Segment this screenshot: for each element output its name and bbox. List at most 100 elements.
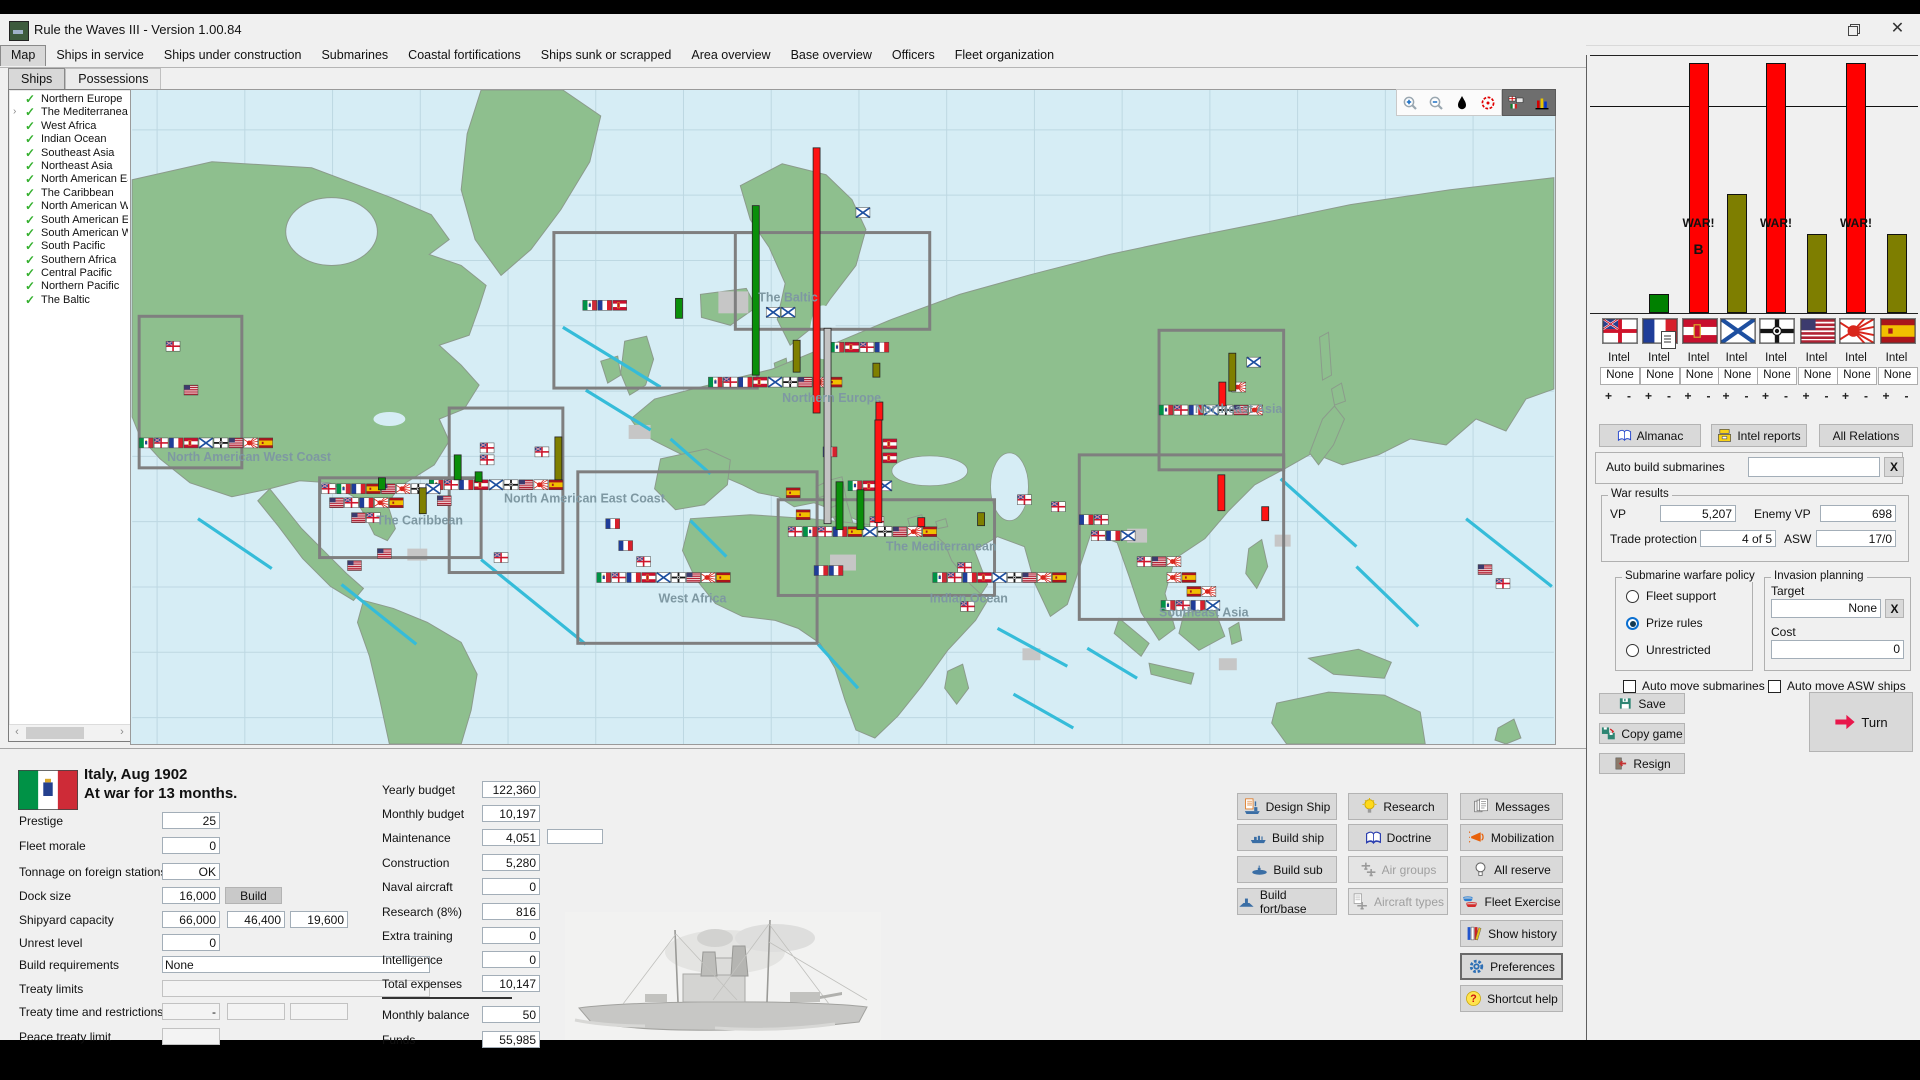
menu-tab-map[interactable]: Map bbox=[0, 45, 46, 66]
world-map[interactable]: The BalticNorthern EuropeNorth American … bbox=[130, 89, 1556, 745]
map-flag-us[interactable] bbox=[437, 496, 451, 506]
map-flag-us[interactable] bbox=[229, 438, 243, 448]
map-flag-us[interactable] bbox=[1022, 573, 1036, 583]
relation-minus-button[interactable]: - bbox=[1667, 389, 1671, 403]
restore-window-button[interactable] bbox=[1830, 14, 1875, 44]
all-relations-button[interactable]: All Relations bbox=[1819, 424, 1913, 447]
map-flag-gb[interactable] bbox=[637, 557, 651, 567]
map-flag-ah[interactable] bbox=[845, 342, 859, 352]
map-flag-ru[interactable] bbox=[781, 307, 795, 317]
map-flag-fr[interactable] bbox=[875, 342, 889, 352]
map-flag-us[interactable] bbox=[893, 527, 907, 537]
map-flag-fr[interactable] bbox=[738, 377, 752, 387]
radio-prize-rules[interactable] bbox=[1626, 617, 1639, 630]
map-flag-ru[interactable] bbox=[489, 480, 503, 490]
menu-tab-ships-sunk-or-scrapped[interactable]: Ships sunk or scrapped bbox=[531, 45, 682, 66]
region-tree-item[interactable]: ✓The Baltic bbox=[11, 294, 128, 307]
map-flag-it[interactable] bbox=[1159, 405, 1173, 415]
fleet-exercise-button[interactable]: Fleet Exercise bbox=[1460, 888, 1563, 915]
map-flag-ru[interactable] bbox=[993, 573, 1007, 583]
map-flag-ah[interactable] bbox=[642, 573, 656, 583]
relation-plus-button[interactable]: + bbox=[1605, 389, 1612, 403]
region-tree-item[interactable]: ✓Indian Ocean bbox=[11, 133, 128, 146]
region-tree-item[interactable]: ✓Southeast Asia bbox=[11, 147, 128, 160]
region-tree-item[interactable]: ✓North American East bbox=[11, 173, 128, 186]
show-history-button[interactable]: Show history bbox=[1460, 920, 1563, 947]
map-flag-ru[interactable] bbox=[863, 527, 877, 537]
map-flag-fr[interactable] bbox=[963, 573, 977, 583]
map-toolbar-zoom-in-button[interactable] bbox=[1397, 90, 1423, 115]
map-flag-ru[interactable] bbox=[1121, 531, 1135, 541]
nation-flag-jp[interactable] bbox=[1839, 318, 1873, 343]
map-flag-es[interactable] bbox=[549, 480, 563, 490]
intel-level-field[interactable]: None bbox=[1718, 367, 1758, 385]
build-sub-button[interactable]: Build sub bbox=[1237, 856, 1337, 883]
nation-flag-de[interactable] bbox=[1759, 318, 1793, 343]
relation-plus-button[interactable]: + bbox=[1723, 389, 1730, 403]
map-flag-fr[interactable] bbox=[814, 566, 828, 576]
radio-fleet-support[interactable] bbox=[1626, 590, 1639, 603]
map-flag-us[interactable] bbox=[1478, 565, 1492, 575]
map-flag-ru[interactable] bbox=[426, 484, 440, 494]
invasion-target-clear-button[interactable]: X bbox=[1885, 599, 1904, 618]
map-flag-gb[interactable] bbox=[860, 342, 874, 352]
map-flag-ru[interactable] bbox=[657, 573, 671, 583]
nation-flag-us[interactable] bbox=[1800, 318, 1834, 343]
nation-flag-gb[interactable] bbox=[1602, 318, 1636, 343]
map-flag-gb[interactable] bbox=[818, 527, 832, 537]
map-flag-de[interactable] bbox=[672, 573, 686, 583]
relation-minus-button[interactable]: - bbox=[1707, 389, 1711, 403]
map-flag-gb[interactable] bbox=[480, 443, 494, 453]
mobilization-button[interactable]: Mobilization bbox=[1460, 824, 1563, 851]
air-groups-button[interactable]: Air groups bbox=[1348, 856, 1448, 883]
intel-level-field[interactable]: None bbox=[1640, 367, 1680, 385]
menu-tab-ships-under-construction[interactable]: Ships under construction bbox=[154, 45, 312, 66]
map-flag-ru[interactable] bbox=[1247, 357, 1261, 367]
region-tree-item[interactable]: ✓South American Eas bbox=[11, 214, 128, 227]
region-tree-item[interactable]: ✓South American We bbox=[11, 227, 128, 240]
map-flag-ah[interactable] bbox=[184, 438, 198, 448]
close-window-button[interactable]: ✕ bbox=[1875, 14, 1920, 44]
map-flag-us[interactable] bbox=[348, 561, 362, 571]
map-flag-es[interactable] bbox=[259, 438, 273, 448]
map-flag-fr[interactable] bbox=[598, 300, 612, 310]
map-flag-it[interactable] bbox=[830, 342, 844, 352]
relation-minus-button[interactable]: - bbox=[1784, 389, 1788, 403]
map-flag-ru[interactable] bbox=[766, 307, 780, 317]
nation-flag-ah[interactable] bbox=[1682, 318, 1716, 343]
build-dock-button[interactable]: Build bbox=[225, 887, 282, 904]
map-flag-us[interactable] bbox=[377, 549, 391, 559]
map-flag-jp[interactable] bbox=[701, 573, 715, 583]
map-flag-it[interactable] bbox=[803, 527, 817, 537]
map-flag-ru[interactable] bbox=[768, 377, 782, 387]
map-flag-it[interactable] bbox=[337, 484, 351, 494]
map-flag-es[interactable] bbox=[716, 573, 730, 583]
map-toolbar-flags-view-button[interactable] bbox=[1503, 90, 1529, 115]
map-flag-de[interactable] bbox=[214, 438, 228, 448]
map-flag-es[interactable] bbox=[796, 510, 810, 520]
map-flag-it[interactable] bbox=[933, 573, 947, 583]
map-flag-fr[interactable] bbox=[1106, 531, 1120, 541]
map-flag-gb[interactable] bbox=[535, 447, 549, 457]
shortcut-help-button[interactable]: ?Shortcut help bbox=[1460, 985, 1563, 1012]
map-flag-ru[interactable] bbox=[856, 208, 870, 218]
checkbox-auto-move-submarines[interactable] bbox=[1623, 680, 1636, 693]
map-flag-gb[interactable] bbox=[948, 573, 962, 583]
region-tree-item[interactable]: ›✓The Mediterranean bbox=[11, 106, 128, 119]
map-flag-fr[interactable] bbox=[619, 541, 633, 551]
map-flag-gb[interactable] bbox=[788, 527, 802, 537]
map-flag-fr[interactable] bbox=[627, 573, 641, 583]
doctrine-button[interactable]: Doctrine bbox=[1348, 824, 1448, 851]
map-flag-gb[interactable] bbox=[494, 553, 508, 563]
map-flag-jp[interactable] bbox=[1037, 573, 1051, 583]
sidebar-tab-ships[interactable]: Ships bbox=[8, 68, 65, 89]
menu-tab-fleet-organization[interactable]: Fleet organization bbox=[945, 45, 1064, 66]
relation-plus-button[interactable]: + bbox=[1762, 389, 1769, 403]
save-button[interactable]: Save bbox=[1599, 693, 1685, 714]
tree-horizontal-scrollbar[interactable]: ‹ › bbox=[9, 724, 130, 741]
menu-tab-base-overview[interactable]: Base overview bbox=[781, 45, 882, 66]
expander-chevron-icon[interactable]: › bbox=[13, 106, 16, 117]
region-tree-item[interactable]: ✓West Africa bbox=[11, 120, 128, 133]
map-flag-es[interactable] bbox=[923, 527, 937, 537]
map-flag-us[interactable] bbox=[352, 513, 366, 523]
